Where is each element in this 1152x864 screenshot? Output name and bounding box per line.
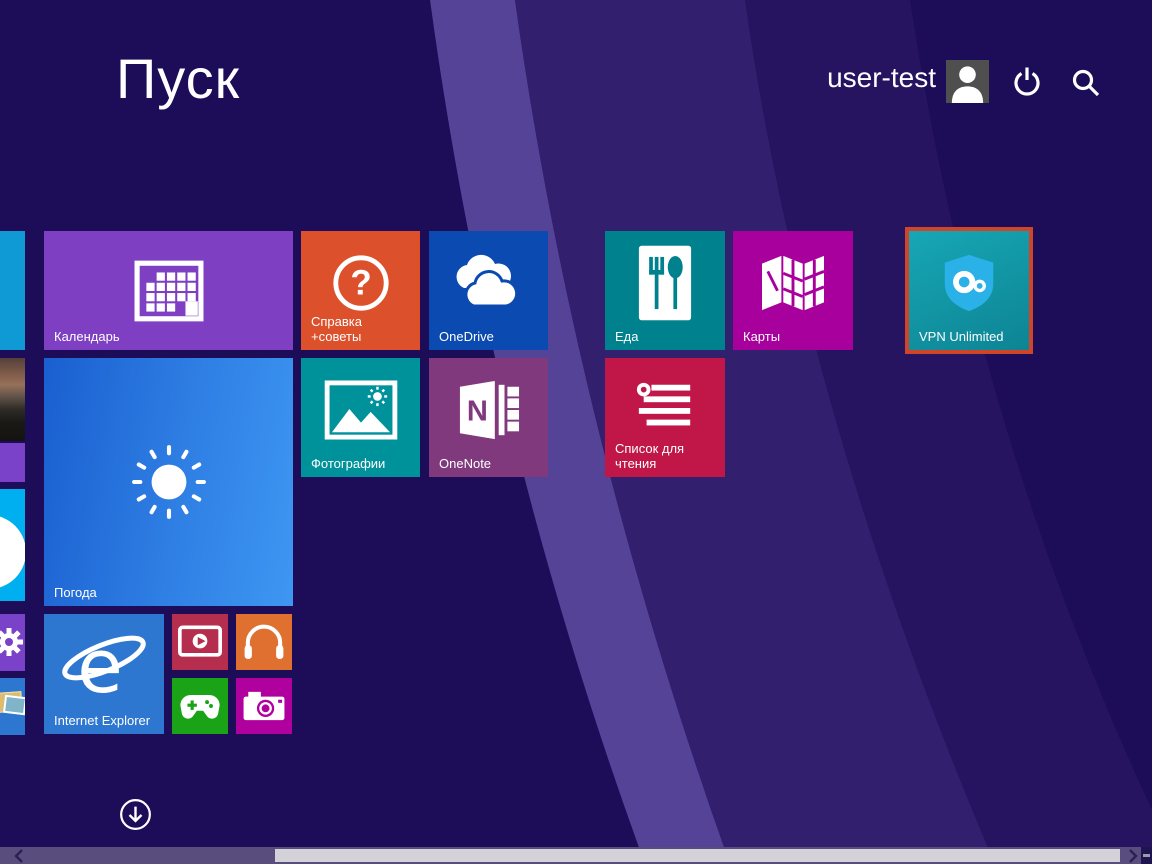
- onenote-icon: N: [454, 379, 524, 441]
- search-icon: [1071, 68, 1101, 98]
- tile-maps[interactable]: Карты: [733, 231, 853, 350]
- headphones-icon: [243, 623, 285, 661]
- tile-label: Фотографии: [311, 456, 385, 471]
- internet-explorer-icon: e: [58, 628, 150, 706]
- gear-icon: [0, 627, 24, 657]
- avatar-icon: [946, 60, 989, 103]
- food-fork-spoon-icon: [635, 242, 695, 324]
- skype-logo-icon: [0, 515, 25, 589]
- tile-onedrive[interactable]: OneDrive: [429, 231, 548, 350]
- down-arrow-icon: [117, 796, 154, 833]
- svg-text:N: N: [466, 396, 487, 428]
- tile-label: Справка +советы: [311, 314, 362, 344]
- gamepad-icon: [178, 690, 222, 722]
- svg-text:?: ?: [350, 264, 371, 303]
- tile-games[interactable]: [172, 678, 228, 734]
- tile-label: OneDrive: [439, 329, 494, 344]
- tile-onenote[interactable]: N OneNote: [429, 358, 548, 477]
- horizontal-scrollbar[interactable]: [0, 847, 1152, 864]
- video-icon: [178, 625, 222, 659]
- tile-video[interactable]: [172, 614, 228, 670]
- onedrive-cloud-icon: [444, 254, 534, 312]
- scrollbar-thumb[interactable]: [275, 849, 1120, 862]
- tile-calendar[interactable]: Календарь: [44, 231, 293, 350]
- tile-music[interactable]: [236, 614, 292, 670]
- scrollbar-left-arrow-icon[interactable]: [12, 848, 28, 864]
- camera-icon: [242, 690, 286, 722]
- scrollbar-right-arrow-icon[interactable]: [1124, 848, 1140, 864]
- tile-label: Карты: [743, 329, 780, 344]
- partial-tile-skype[interactable]: [0, 489, 25, 601]
- tile-internet-explorer[interactable]: e Internet Explorer: [44, 614, 164, 734]
- vpn-shield-icon: [938, 252, 1000, 314]
- tile-label: OneNote: [439, 456, 491, 471]
- partial-tile-photos-folder[interactable]: [0, 678, 25, 735]
- tile-label: Погода: [54, 585, 97, 600]
- partial-tile-cyan[interactable]: [0, 231, 25, 350]
- calendar-icon: [134, 260, 204, 322]
- tile-help-tips[interactable]: ? Справка +советы: [301, 231, 420, 350]
- user-avatar[interactable]: [946, 60, 989, 103]
- tile-label: Список для чтения: [615, 441, 684, 471]
- user-name[interactable]: user-test: [790, 62, 936, 94]
- help-question-icon: ?: [330, 252, 392, 314]
- power-icon: [1010, 64, 1044, 98]
- search-button[interactable]: [1071, 68, 1101, 103]
- photos-picture-icon: [324, 380, 398, 440]
- photo-thumbnail-icon: [3, 695, 25, 716]
- tile-label: Еда: [615, 329, 639, 344]
- tile-photos[interactable]: Фотографии: [301, 358, 420, 477]
- weather-sun-icon: [128, 441, 210, 523]
- tile-vpn-unlimited[interactable]: VPN Unlimited: [909, 231, 1029, 350]
- all-apps-button[interactable]: [117, 796, 154, 833]
- start-screen: { "header": { "title": "Пуск", "user": {…: [0, 0, 1152, 864]
- partial-tile-purple[interactable]: [0, 443, 25, 482]
- power-button[interactable]: [1010, 64, 1044, 103]
- maps-icon: [758, 252, 828, 314]
- tile-label: Календарь: [54, 329, 120, 344]
- page-title: Пуск: [116, 46, 240, 111]
- tile-label: Internet Explorer: [54, 713, 150, 728]
- tile-food[interactable]: Еда: [605, 231, 725, 350]
- tile-camera[interactable]: [236, 678, 292, 734]
- tile-weather[interactable]: Погода: [44, 358, 293, 606]
- tile-reading-list[interactable]: Список для чтения: [605, 358, 725, 477]
- reading-list-icon: [634, 380, 696, 436]
- partial-tile-news-photo[interactable]: [0, 358, 25, 441]
- tile-label: VPN Unlimited: [919, 329, 1004, 344]
- scrollbar-corner: [1141, 847, 1152, 864]
- partial-tile-settings[interactable]: [0, 614, 25, 671]
